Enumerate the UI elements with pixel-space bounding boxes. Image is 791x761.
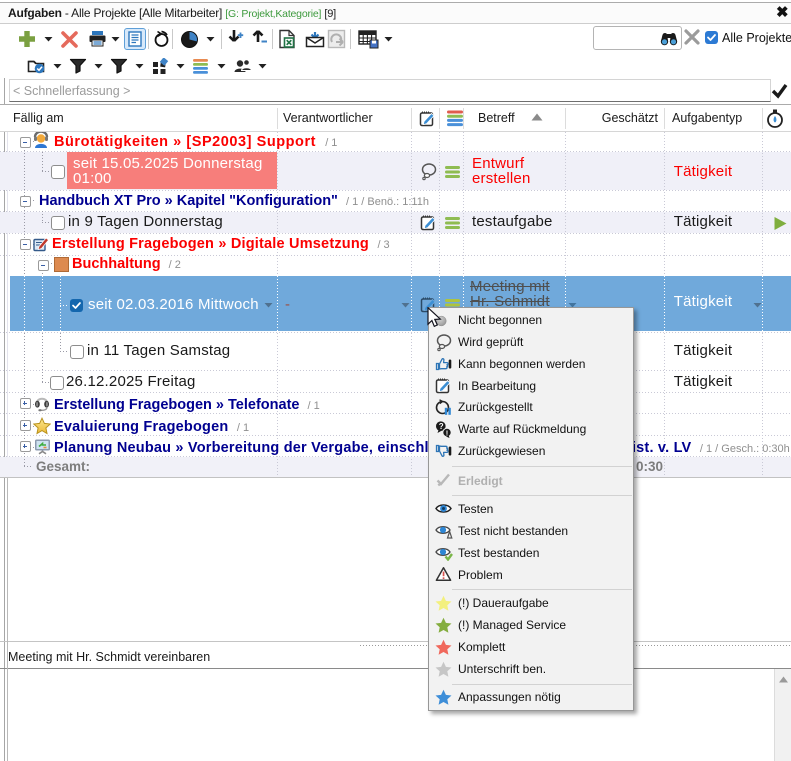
svg-text:?: ?: [439, 422, 444, 431]
svg-text:!: !: [446, 429, 449, 438]
